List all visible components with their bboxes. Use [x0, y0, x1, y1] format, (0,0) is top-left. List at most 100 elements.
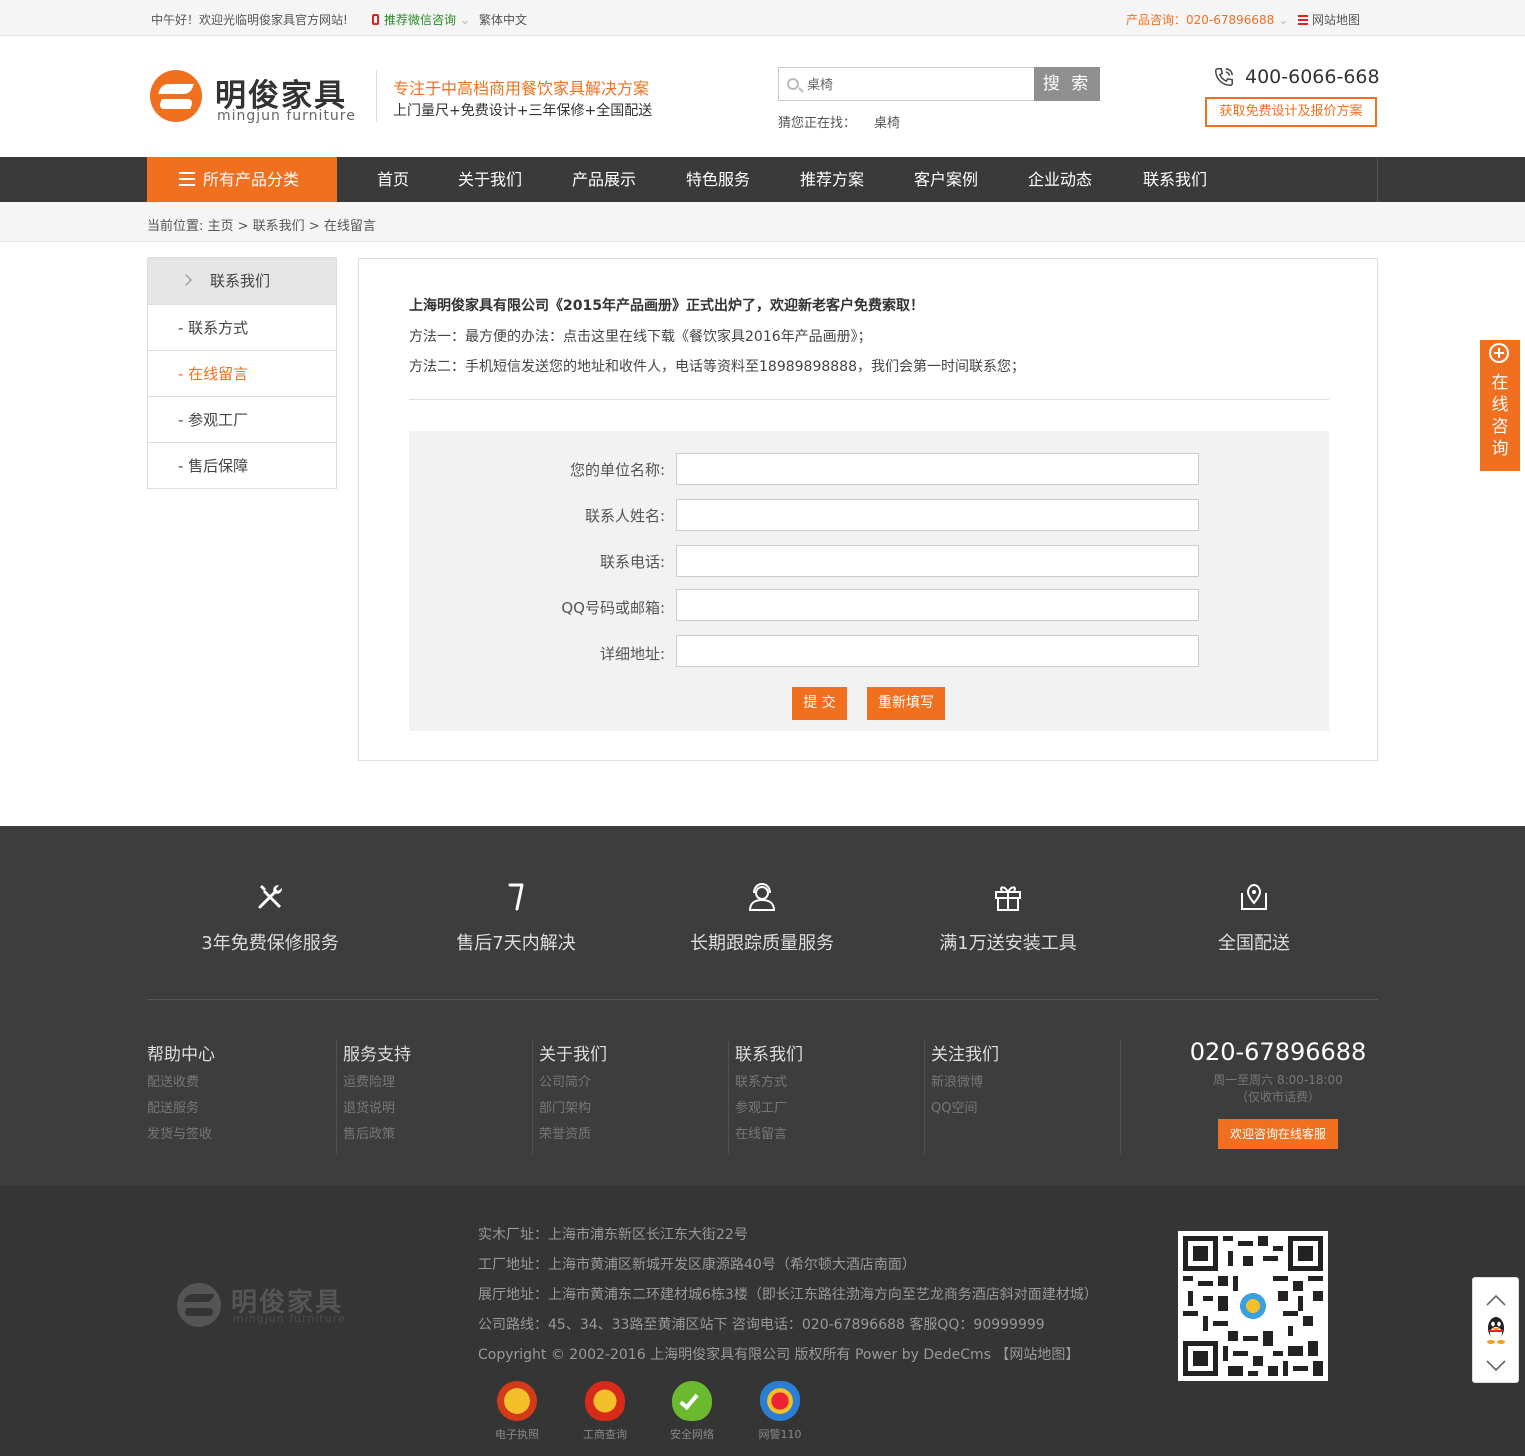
search-button[interactable]: 搜 索: [1034, 67, 1100, 101]
feature-label: 3年免费保修服务: [201, 933, 339, 954]
address-plant: 工厂地址：上海市黄浦区新城开发区康源路40号（希尔顿大酒店南面）: [478, 1257, 916, 1273]
footer-col-support: 服务支持 运费险理 退货说明 售后政策: [343, 1040, 533, 1154]
online-consult-tab[interactable]: 在线咨询: [1480, 340, 1520, 471]
divider: [409, 399, 1329, 400]
qq-email-input[interactable]: [676, 589, 1199, 621]
footer-hours: 周一至周六 8:00-18:00 （仅收市话费）: [1213, 1073, 1343, 1104]
sidebar-item-online-message[interactable]: - 在线留言: [148, 350, 336, 396]
sitemap-link[interactable]: 网站地图: [1298, 11, 1360, 28]
footer-col-contact: 联系我们 联系方式 参观工厂 在线留言: [735, 1040, 925, 1154]
badge-safe-network[interactable]: 安全网络: [662, 1381, 722, 1442]
checkmark-shield-icon: [672, 1381, 712, 1421]
footer-link[interactable]: QQ空间: [931, 1100, 1120, 1117]
mobile-icon: [372, 14, 379, 25]
company-input[interactable]: [676, 453, 1199, 485]
address-label: 详细地址:: [599, 645, 665, 663]
footer-col-title: 联系我们: [735, 1045, 803, 1065]
sidebar-item-after-sales[interactable]: - 售后保障: [148, 442, 336, 488]
sidebar-title: 联系我们: [148, 258, 336, 304]
search-icon: [787, 78, 799, 90]
footer-link[interactable]: 配送收费: [147, 1074, 336, 1091]
sidebar-item-contact-info[interactable]: - 联系方式: [148, 304, 336, 350]
scroll-widget: [1472, 1277, 1519, 1383]
feature-nationwide-delivery: 全国配送: [1131, 881, 1377, 955]
reset-button[interactable]: 重新填写: [867, 687, 945, 720]
footer-link[interactable]: 在线留言: [735, 1126, 924, 1143]
footer-col-about: 关于我们 公司简介 部门架构 荣誉资质: [539, 1040, 729, 1154]
all-categories-button[interactable]: 所有产品分类: [147, 157, 337, 202]
feature-label: 全国配送: [1218, 933, 1290, 954]
nav-products[interactable]: 产品展示: [572, 157, 636, 202]
free-quote-button[interactable]: 获取免费设计及报价方案: [1205, 97, 1377, 127]
contact-name-input[interactable]: [676, 499, 1199, 531]
qr-code: [1178, 1231, 1328, 1381]
traditional-chinese-link[interactable]: 繁体中文: [479, 11, 527, 28]
message-panel: 上海明俊家具有限公司《2015年产品画册》正式出炉了，欢迎新老客户免费索取！ 方…: [358, 258, 1378, 761]
company-label: 您的单位名称:: [569, 461, 665, 479]
hot-keywords-label: 猜您正在找：: [778, 116, 857, 131]
hot-keyword-link[interactable]: 桌椅: [874, 116, 900, 131]
footer-link[interactable]: 部门架构: [539, 1100, 728, 1117]
list-icon: [1298, 15, 1308, 25]
phone-input[interactable]: [676, 545, 1199, 577]
footer-link[interactable]: 售后政策: [343, 1126, 532, 1143]
breadcrumb-bar: 当前位置: 主页 > 联系我们 > 在线留言: [0, 202, 1525, 242]
online-service-button[interactable]: 欢迎咨询在线客服: [1218, 1119, 1338, 1149]
chevron-down-icon: ⌄: [460, 13, 471, 27]
company-route: 公司路线：45、34、33路至黄浦区站下 咨询电话：020-67896688 客…: [478, 1317, 1045, 1333]
footer-col-title: 帮助中心: [147, 1045, 215, 1065]
footer-link[interactable]: 荣誉资质: [539, 1126, 728, 1143]
badge-e-license[interactable]: 电子执照: [487, 1381, 547, 1442]
nav-services[interactable]: 特色服务: [686, 157, 750, 202]
tools-icon: [258, 885, 282, 909]
footer-link[interactable]: 退货说明: [343, 1100, 532, 1117]
police-emblem-icon: [497, 1381, 537, 1421]
feature-free-tools: 满1万送安装工具: [885, 881, 1131, 955]
map-pin-icon: [1241, 883, 1267, 910]
shield-icon: [585, 1381, 625, 1421]
number-seven-icon: [508, 883, 524, 911]
footer-link[interactable]: 公司简介: [539, 1074, 728, 1091]
intro-method-1[interactable]: 方法一：最方便的办法：点击这里在线下载《餐饮家具2016年产品画册》；: [409, 326, 872, 346]
nav-contact[interactable]: 联系我们: [1143, 157, 1207, 202]
sidebar-item-visit-factory[interactable]: - 参观工厂: [148, 396, 336, 442]
product-hotline[interactable]: 产品咨询：020-67896688 ⌄: [1126, 11, 1288, 28]
nav-news[interactable]: 企业动态: [1028, 157, 1092, 202]
footer-link[interactable]: 新浪微博: [931, 1074, 1120, 1091]
menu-icon: [179, 172, 195, 186]
copyright: Copyright © 2002-2016 上海明俊家具有限公司 版权所有 Po…: [478, 1347, 1080, 1363]
footer-link[interactable]: 参观工厂: [735, 1100, 924, 1117]
footer-services: 3年免费保修服务 售后7天内解决 长期跟踪质量服务 满1万送安装工具 全国配送: [0, 826, 1525, 1186]
sidebar: 联系我们 - 联系方式 - 在线留言 - 参观工厂 - 售后保障: [147, 257, 337, 489]
plus-icon: [1489, 343, 1509, 363]
top-bar: 中午好！欢迎光临明俊家具官方网站! 推荐微信咨询 ⌄ 繁体中文 产品咨询：020-…: [0, 0, 1525, 36]
badge-business-check[interactable]: 工商查询: [575, 1381, 635, 1442]
customer-service-icon: [748, 882, 776, 911]
address-factory: 实木厂址：上海市浦东新区长江东大街22号: [478, 1227, 748, 1243]
logo-english: mingjun furniture: [217, 108, 356, 124]
nav-solutions[interactable]: 推荐方案: [800, 157, 864, 202]
footer-link[interactable]: 发货与签收: [147, 1126, 336, 1143]
nav-cases[interactable]: 客户案例: [914, 157, 978, 202]
badge-cyber-police[interactable]: 网警110: [750, 1381, 810, 1442]
footer-col-follow: 关注我们 新浪微博 QQ空间: [931, 1040, 1121, 1154]
breadcrumb[interactable]: 当前位置: 主页 > 联系我们 > 在线留言: [147, 215, 376, 234]
footer-link[interactable]: 配送服务: [147, 1100, 336, 1117]
online-consult-label: 在线咨询: [1491, 373, 1509, 459]
nav-about[interactable]: 关于我们: [458, 157, 522, 202]
nav-home[interactable]: 首页: [377, 157, 409, 202]
footer-link[interactable]: 运费险理: [343, 1074, 532, 1091]
address-showroom: 展厅地址：上海市黄浦东二环建材城6栋3楼（即长江东路往渤海方向至艺龙商务酒店斜对…: [478, 1287, 1098, 1303]
address-input[interactable]: [676, 635, 1199, 667]
wechat-consult-link[interactable]: 推荐微信咨询 ⌄: [372, 11, 470, 28]
intro-title: 上海明俊家具有限公司《2015年产品画册》正式出炉了，欢迎新老客户免费索取！: [409, 298, 924, 314]
chevron-up-icon[interactable]: [1485, 1290, 1507, 1312]
logo-mark[interactable]: [150, 70, 202, 122]
footer-link[interactable]: 联系方式: [735, 1074, 924, 1091]
submit-button[interactable]: 提 交: [792, 687, 847, 720]
footer-col-title: 关于我们: [539, 1045, 607, 1065]
search-input[interactable]: [807, 68, 1027, 98]
chevron-down-icon[interactable]: [1485, 1354, 1507, 1376]
subslogan: 上门量尺+免费设计+三年保修+全国配送: [393, 103, 653, 119]
qq-icon[interactable]: [1484, 1315, 1508, 1345]
